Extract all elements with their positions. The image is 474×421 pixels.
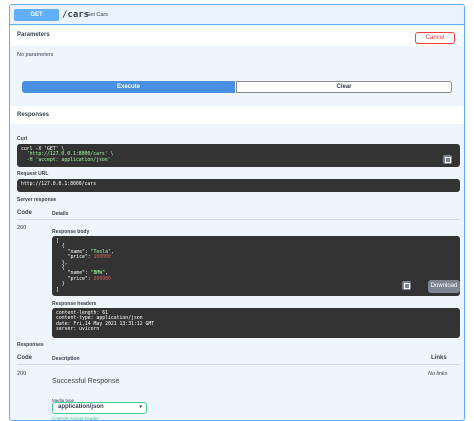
doc-code-header: Code [17,355,32,361]
car-price-2: 200000 [93,276,111,282]
curl-line-2: 'http://127.0.0.1:8000/cars' \ [21,152,114,158]
curl-code-block: curl -X 'GET' \ 'http://127.0.0.1:8000/c… [17,144,460,167]
responses-subtitle: Responses [17,342,44,348]
cancel-button[interactable]: Cancel [415,32,455,44]
controls-accept-text: Controls Accept header. [52,416,100,421]
response-code: 200 [17,225,27,231]
clear-button[interactable]: Clear [236,81,452,93]
copy-icon[interactable] [402,281,411,290]
doc-response-code: 200 [17,371,27,377]
response-body-block: [ { "name": "Tesla", "price": 100000 }, … [52,236,460,296]
response-body-label: Response body [52,229,90,235]
curl-line-3: -H 'accept: application/json' [21,157,111,163]
media-type-select[interactable]: application/json ▾ [52,402,147,414]
doc-links-header: Links [431,355,447,361]
download-button[interactable]: Download [428,280,460,293]
server-response-label: Server response [17,197,57,203]
operation-summary: Get Cars [86,12,109,18]
response-headers-label: Response headers [52,301,97,307]
divider [17,364,460,365]
response-headers-block: content-length: 61 content-type: applica… [52,308,460,338]
chevron-down-icon: ▾ [139,404,142,410]
method-badge: GET [14,9,59,21]
request-url-value: http://127.0.0.1:8000/cars [21,182,97,187]
operation-panel: GET /cars Get Cars Parameters Cancel No … [9,4,465,421]
curl-label: Curl [17,136,27,142]
execute-button[interactable]: Execute [22,81,235,93]
doc-response-description: Successful Response [52,378,120,385]
code-column-header: Code [17,210,32,216]
header-line-2: content-type: application/json [56,316,143,322]
parameters-header: Parameters Cancel [10,26,464,46]
details-column-header: Details [52,211,69,217]
car-name-2: BMW [93,271,103,277]
media-type-value: application/json [58,404,104,410]
request-url-label: Request URL [17,171,49,177]
no-parameters-text: No parameters [17,52,54,58]
operation-summary-bar[interactable]: GET /cars Get Cars [10,5,464,25]
responses-title: Responses [17,112,50,118]
parameters-title: Parameters [17,32,50,38]
responses-header: Responses [10,106,464,124]
divider [17,219,460,220]
request-url-box: http://127.0.0.1:8000/cars [17,179,460,192]
doc-links-value: No links [428,371,448,377]
copy-icon[interactable] [443,155,452,164]
header-line-4: server: uvicorn [56,327,100,333]
car-price-1: 100000 [93,255,111,261]
doc-description-header: Description [52,356,80,362]
